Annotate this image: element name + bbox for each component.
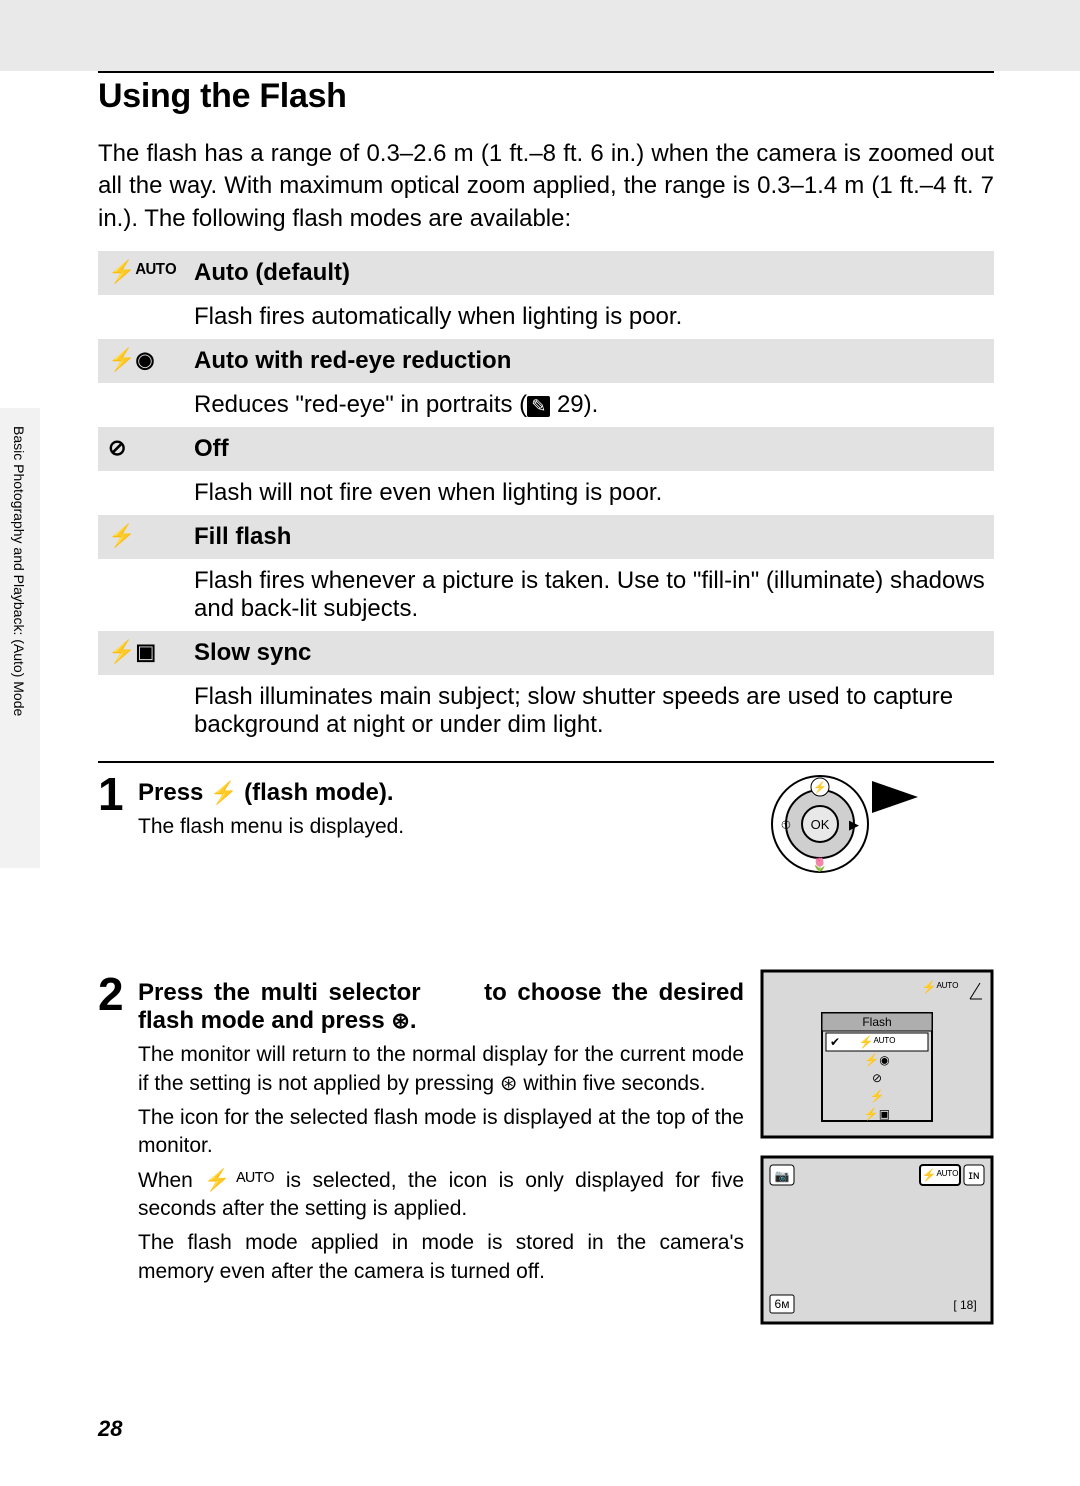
mode-desc: Reduces "red-eye" in portraits (✎ 29). [188, 383, 994, 427]
step-number: 1 [98, 771, 132, 817]
flash-icon: ⚡ [210, 780, 237, 805]
svg-text:6ᴍ: 6ᴍ [775, 1297, 790, 1311]
svg-text:✔: ✔ [830, 1035, 840, 1049]
svg-text:⚡ᴬᵁᵀᴼ: ⚡ᴬᵁᵀᴼ [922, 1168, 959, 1182]
svg-text:⚡▣: ⚡▣ [864, 1107, 890, 1121]
mode-icon: ⊘ [98, 427, 188, 471]
page-title: Using the Flash [98, 77, 994, 116]
header-gray-top [0, 0, 1080, 71]
screen1-label: Flash [862, 1015, 891, 1029]
svg-text:⚡ᴬᵁᵀᴼ: ⚡ᴬᵁᵀᴼ [859, 1035, 896, 1049]
ref-page-icon: ✎ [527, 396, 550, 417]
page-number: 28 [98, 1416, 122, 1442]
mode-icon: ⚡ᴬᵁᵀᴼ [98, 251, 188, 295]
svg-text:ɪɴ: ɪɴ [969, 1168, 980, 1182]
multi-selector-figure: OK ⚡ 🌷 ⏲ ▶ [760, 769, 994, 879]
table-end-rule [98, 761, 994, 763]
svg-text:📷: 📷 [775, 1169, 790, 1183]
svg-text:OK: OK [811, 817, 830, 832]
mode-name: Slow sync [188, 631, 994, 675]
screen1-top-icon: ⚡ᴬᵁᵀᴼ [922, 980, 959, 994]
svg-text:⚡: ⚡ [870, 1089, 885, 1103]
mode-desc: Flash will not fire even when lighting i… [188, 471, 994, 515]
mode-name: Off [188, 427, 994, 471]
svg-text:[ 18]: [ 18] [953, 1298, 976, 1312]
ok-icon: ⊛ [500, 1072, 518, 1095]
side-tab-label: Basic Photography and Playback: (Auto) M… [11, 426, 27, 716]
mode-desc: Flash fires automatically when lighting … [188, 295, 994, 339]
step2-screens: ⚡ᴬᵁᵀᴼ Flash ✔ ⚡ᴬᵁᵀᴼ ⚡◉ ⊘ ⚡ ⚡▣ [760, 969, 994, 1325]
mode-name: Fill flash [188, 515, 994, 559]
flash-modes-table: ⚡ᴬᵁᵀᴼAuto (default) Flash fires automati… [98, 251, 994, 747]
mode-icon: ⚡◉ [98, 339, 188, 383]
intro-paragraph: The flash has a range of 0.3–2.6 m (1 ft… [98, 138, 994, 235]
side-tab: Basic Photography and Playback: (Auto) M… [0, 408, 40, 868]
title-rule [98, 71, 994, 73]
mode-desc: Flash fires whenever a picture is taken.… [188, 559, 994, 631]
svg-text:⊘: ⊘ [872, 1071, 882, 1085]
svg-text:⏲: ⏲ [781, 817, 791, 832]
mode-desc: Flash illuminates main subject; slow shu… [188, 675, 994, 747]
mode-icon: ⚡ [98, 515, 188, 559]
svg-text:⚡◉: ⚡◉ [864, 1053, 889, 1067]
svg-text:⚡: ⚡ [813, 781, 827, 794]
mode-name: Auto (default) [188, 251, 994, 295]
mode-name: Auto with red-eye reduction [188, 339, 994, 383]
svg-text:🌷: 🌷 [812, 857, 828, 872]
svg-text:▶: ▶ [849, 817, 859, 832]
flash-auto-icon: ⚡ᴬᵁᵀᴼ [204, 1169, 274, 1192]
mode-icon: ⚡▣ [98, 631, 188, 675]
ok-icon: ⊛ [391, 1008, 409, 1033]
step-number: 2 [98, 971, 132, 1017]
